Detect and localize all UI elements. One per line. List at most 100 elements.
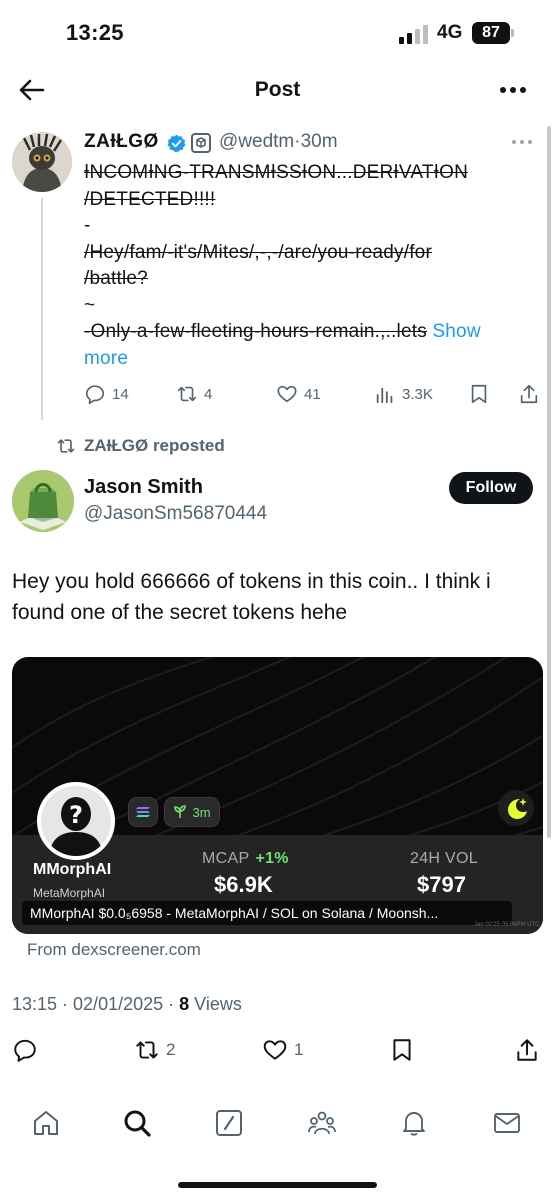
- text-line: -Only-a-few-fleeting-hours-remain.,..let…: [84, 321, 427, 342]
- card-caption: MMorphAI $0.0₅6958 - MetaMorphAI / SOL o…: [22, 901, 512, 925]
- post-more-icon[interactable]: [510, 138, 534, 146]
- token-avatar: ?: [37, 782, 115, 860]
- text-line: /DETECTED!!!!: [84, 188, 216, 210]
- reply-icon: [14, 1039, 36, 1062]
- creature-avatar-image: [12, 132, 72, 192]
- text-line: -: [84, 215, 91, 236]
- age-text: 3m: [192, 804, 211, 820]
- volume-label: 24H VOL: [410, 850, 478, 867]
- verified-icon: [167, 134, 186, 153]
- mcap-label: MCAP +1%: [202, 850, 289, 868]
- home-icon[interactable]: [31, 1108, 61, 1138]
- status-time: 13:25: [66, 20, 124, 45]
- reply-icon: [85, 385, 105, 404]
- author-handle: @wedtm·30m: [219, 131, 338, 152]
- like-button[interactable]: 1: [262, 1036, 303, 1064]
- notifications-icon[interactable]: [399, 1108, 429, 1138]
- text-line: ~: [84, 294, 96, 316]
- volume-value: $797: [417, 872, 466, 897]
- repost-icon: [177, 386, 197, 402]
- repost-icon: [136, 1041, 158, 1059]
- share-icon: [520, 384, 538, 404]
- avatar[interactable]: [12, 470, 74, 532]
- like-count: 1: [294, 1040, 304, 1059]
- bookmark-icon: [393, 1039, 411, 1061]
- post-timestamp: 13:15 · 02/01/2025 ·: [12, 994, 180, 1014]
- question-icon: ?: [41, 786, 111, 856]
- age-badge: 3m: [164, 797, 220, 827]
- show-more-link[interactable]: more: [84, 346, 546, 373]
- like-icon: [277, 385, 297, 403]
- reply-button[interactable]: [12, 1036, 44, 1064]
- search-icon[interactable]: [122, 1108, 152, 1138]
- author-name[interactable]: Jason Smith: [84, 476, 203, 499]
- post-actions: 2 1: [0, 1036, 555, 1066]
- views-count: 3.3K: [402, 385, 433, 403]
- like-icon: [263, 1040, 287, 1060]
- repost-count: 2: [166, 1040, 176, 1059]
- avatar[interactable]: [12, 132, 72, 192]
- mcap-change: +1%: [255, 850, 289, 867]
- bookmark-icon: [471, 384, 487, 404]
- card-source[interactable]: From dexscreener.com: [27, 940, 201, 960]
- repost-button[interactable]: 2: [134, 1036, 175, 1064]
- battery-icon: 87: [472, 22, 510, 44]
- text-line: /battle?: [84, 268, 148, 289]
- communities-icon[interactable]: [307, 1108, 337, 1138]
- views-label: Views: [189, 994, 242, 1014]
- views-button[interactable]: 3.3K: [374, 380, 433, 408]
- thread-line: [41, 198, 43, 420]
- sprout-icon: [174, 805, 187, 818]
- bookmark-button[interactable]: [468, 380, 496, 408]
- link-card[interactable]: ? 3m MMorphAI MetaMorphAI MCAP +1% $6.9K …: [12, 657, 543, 934]
- home-indicator[interactable]: [178, 1182, 377, 1188]
- battery-tip: [511, 29, 514, 37]
- text-line: /Hey/fam/-it's/Mites/,-,-/are/you-ready/…: [84, 241, 432, 263]
- share-icon: [517, 1039, 537, 1061]
- share-button[interactable]: [514, 1036, 546, 1064]
- show-more-link[interactable]: Show: [432, 321, 480, 342]
- mcap-value: $6.9K: [214, 872, 273, 897]
- reposted-text: ZAƗŁGØ reposted: [84, 436, 225, 455]
- handle-text: @wedtm: [219, 131, 295, 152]
- token-subname: MetaMorphAI: [33, 886, 106, 900]
- moonshot-icon: [498, 790, 534, 826]
- repost-icon: [57, 439, 75, 453]
- token-name: MMorphAI: [33, 861, 112, 878]
- author-handle[interactable]: @JasonSm56870444: [84, 503, 267, 525]
- author-name[interactable]: ZAƗŁGØ: [84, 131, 159, 153]
- reposted-label[interactable]: ZAƗŁGØ reposted: [56, 436, 225, 456]
- svg-text:?: ?: [69, 801, 83, 829]
- like-button[interactable]: 41: [276, 380, 321, 408]
- status-bar: 13:25 4G 87: [0, 0, 555, 62]
- signal-icon: [399, 25, 428, 44]
- more-icon[interactable]: [498, 78, 528, 102]
- repost-button[interactable]: 4: [176, 380, 212, 408]
- views-count[interactable]: 8: [179, 994, 189, 1014]
- share-button[interactable]: [518, 380, 546, 408]
- reply-count: 14: [112, 385, 129, 403]
- post-actions: 14 4 41 3.3K: [84, 380, 544, 408]
- solana-badge-icon: [128, 797, 158, 827]
- card-stamp: Jan 02'25 05:06PM UTC: [474, 922, 540, 928]
- bookmark-button[interactable]: [389, 1036, 421, 1064]
- post-text: Hey you hold 666666 of tokens in this co…: [12, 570, 491, 624]
- bag-avatar-image: [12, 470, 74, 532]
- affiliate-badge-icon: [191, 133, 211, 153]
- reply-button[interactable]: 14: [84, 380, 129, 408]
- top-bar: Post: [0, 62, 555, 118]
- grok-icon[interactable]: [214, 1108, 244, 1138]
- repost-count: 4: [204, 385, 213, 403]
- scrollbar[interactable]: [547, 126, 551, 838]
- like-count: 41: [304, 385, 321, 403]
- time-ago: 30m: [300, 131, 338, 152]
- messages-icon[interactable]: [492, 1108, 522, 1138]
- page-title: Post: [254, 78, 301, 101]
- views-icon: [376, 387, 393, 404]
- text-line: ƗNCOMƗNG-TRANSMƗSSƗON...DERƗVATƗON: [84, 162, 468, 183]
- post-text: ƗNCOMƗNG-TRANSMƗSSƗON...DERƗVATƗON /DETE…: [84, 160, 546, 372]
- follow-button[interactable]: Follow: [449, 472, 533, 504]
- mcap-label-text: MCAP: [202, 850, 250, 867]
- network-type: 4G: [437, 22, 463, 43]
- post-meta: 13:15 · 02/01/2025 · 8 Views: [12, 994, 242, 1015]
